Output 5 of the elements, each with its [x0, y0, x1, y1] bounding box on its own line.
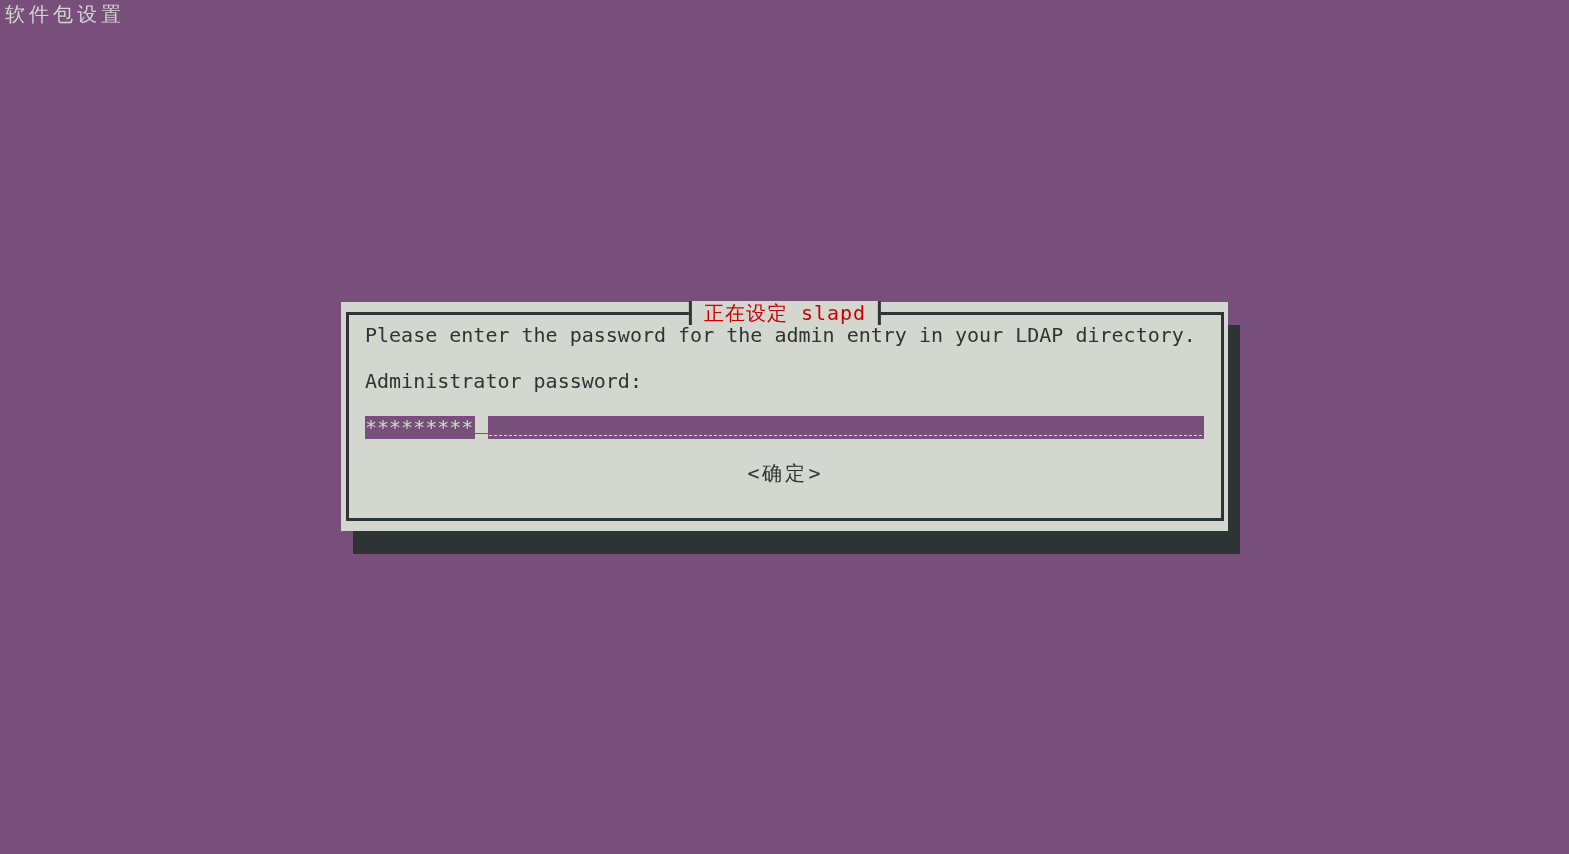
- screen-title: 软件包设置: [4, 1, 125, 28]
- field-label: Administrator password:: [365, 370, 642, 393]
- ok-button[interactable]: <确定>: [747, 462, 824, 485]
- dialog-title: 正在设定 slapd: [688, 301, 882, 325]
- dialog-message: Please enter the password for the admin entry in your LDAP directory.: [365, 324, 1196, 347]
